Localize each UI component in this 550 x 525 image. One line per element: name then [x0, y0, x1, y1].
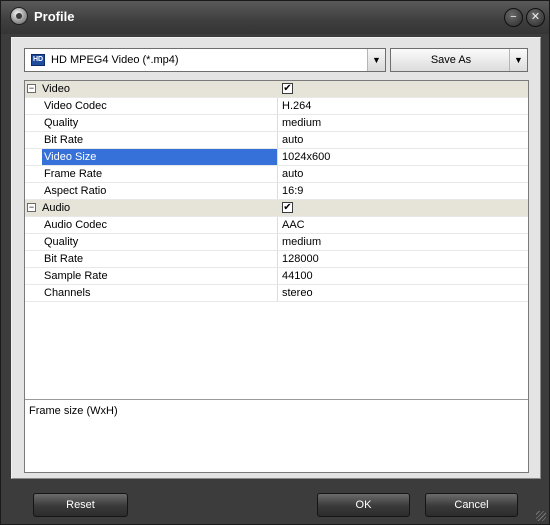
property-grid: − Video ✔ Video Codec H.264 Quality medium Bit … [24, 80, 529, 473]
property-name: Frame Rate [42, 166, 278, 182]
property-row[interactable]: Channels stereo [25, 285, 528, 302]
window-title: Profile [34, 9, 75, 24]
reset-button[interactable]: Reset [33, 493, 128, 517]
group-enable-cell: ✔ [279, 200, 528, 216]
property-name: Audio Codec [42, 217, 278, 233]
property-value[interactable]: 1024x600 [279, 149, 528, 165]
property-value[interactable]: medium [279, 234, 528, 250]
property-name: Video Codec [42, 98, 278, 114]
property-name: Quality [42, 115, 278, 131]
property-value[interactable]: stereo [279, 285, 528, 301]
property-name: Bit Rate [42, 251, 278, 267]
property-row[interactable]: Audio Codec AAC [25, 217, 528, 234]
description-text: Frame size (WxH) [29, 405, 118, 417]
property-value[interactable]: auto [279, 166, 528, 182]
save-as-chevron-down-icon[interactable]: ▼ [509, 49, 527, 71]
property-name: Quality [42, 234, 278, 250]
group-enable-checkbox[interactable]: ✔ [282, 83, 293, 94]
profile-dropdown[interactable]: HD HD MPEG4 Video (*.mp4) ▼ [24, 48, 386, 72]
property-value[interactable]: medium [279, 115, 528, 131]
property-value[interactable]: auto [279, 132, 528, 148]
profile-window: Profile − ✕ HD HD MPEG4 Video (*.mp4) ▼ … [0, 0, 550, 525]
chevron-down-icon[interactable]: ▼ [367, 49, 385, 71]
group-label: Audio [42, 202, 71, 214]
group-enable-cell: ✔ [279, 81, 528, 97]
property-row[interactable]: Bit Rate 128000 [25, 251, 528, 268]
property-row[interactable]: Sample Rate 44100 [25, 268, 528, 285]
group-enable-checkbox[interactable]: ✔ [282, 202, 293, 213]
save-as-label: Save As [430, 54, 472, 66]
profile-dropdown-value: HD MPEG4 Video (*.mp4) [51, 54, 179, 66]
app-disc-icon [10, 7, 28, 25]
property-row[interactable]: Quality medium [25, 115, 528, 132]
property-value[interactable]: H.264 [279, 98, 528, 114]
property-group-video[interactable]: − Video ✔ [25, 81, 528, 98]
property-row[interactable]: Aspect Ratio 16:9 [25, 183, 528, 200]
collapse-icon[interactable]: − [27, 203, 36, 212]
property-row[interactable]: Frame Rate auto [25, 166, 528, 183]
group-label: Video [42, 83, 70, 95]
property-value[interactable]: AAC [279, 217, 528, 233]
ok-button[interactable]: OK [317, 493, 410, 517]
description-panel: Frame size (WxH) [25, 399, 528, 472]
property-row[interactable]: Video Size 1024x600 [25, 149, 528, 166]
minimize-button[interactable]: − [504, 8, 523, 27]
property-row[interactable]: Quality medium [25, 234, 528, 251]
property-group-audio[interactable]: − Audio ✔ [25, 200, 528, 217]
close-button[interactable]: ✕ [526, 8, 545, 27]
property-name: Video Size [42, 149, 278, 165]
property-name: Aspect Ratio [42, 183, 278, 199]
cancel-button[interactable]: Cancel [425, 493, 518, 517]
hd-video-icon: HD [31, 54, 45, 66]
resize-grip-icon[interactable] [536, 511, 546, 521]
collapse-icon[interactable]: − [27, 84, 36, 93]
property-rows: − Video ✔ Video Codec H.264 Quality medium Bit … [25, 81, 528, 302]
property-value[interactable]: 16:9 [279, 183, 528, 199]
property-name: Channels [42, 285, 278, 301]
save-as-button[interactable]: Save As ▼ [390, 48, 528, 72]
property-row[interactable]: Video Codec H.264 [25, 98, 528, 115]
property-name: Bit Rate [42, 132, 278, 148]
property-name: Sample Rate [42, 268, 278, 284]
property-value[interactable]: 128000 [279, 251, 528, 267]
content-panel: HD HD MPEG4 Video (*.mp4) ▼ Save As ▼ − V… [11, 37, 541, 479]
title-bar[interactable]: Profile − ✕ [1, 1, 549, 34]
property-value[interactable]: 44100 [279, 268, 528, 284]
property-row[interactable]: Bit Rate auto [25, 132, 528, 149]
